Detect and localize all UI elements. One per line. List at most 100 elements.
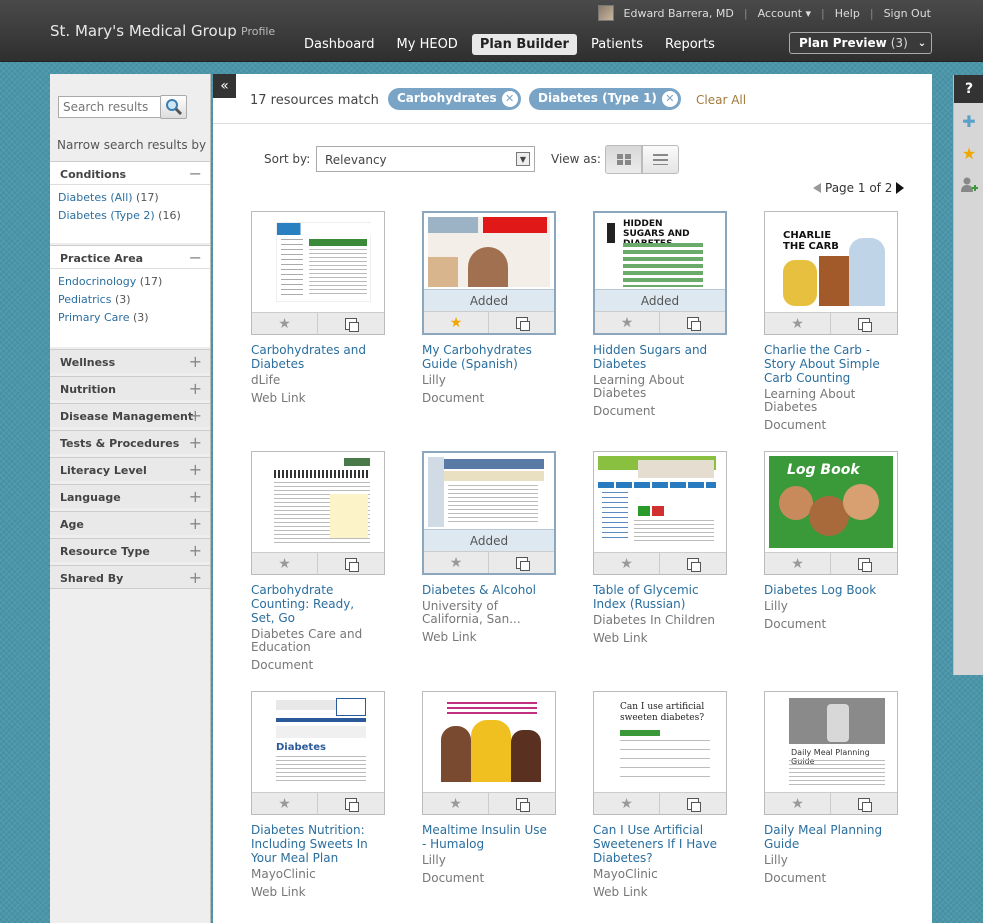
- star-icon[interactable]: ★: [765, 553, 831, 574]
- plus-icon[interactable]: ✚: [954, 107, 983, 135]
- add-to-plan-icon[interactable]: [318, 553, 384, 574]
- resource-title[interactable]: Carbohydrates and Diabetes: [251, 343, 381, 371]
- star-icon[interactable]: ★: [252, 553, 318, 574]
- star-icon[interactable]: ★: [765, 793, 831, 814]
- sign-out-link[interactable]: Sign Out: [884, 7, 931, 20]
- star-icon[interactable]: ★: [595, 312, 660, 333]
- resource-title[interactable]: Hidden Sugars and Diabetes: [593, 343, 723, 371]
- resource-title[interactable]: Diabetes Log Book: [764, 583, 894, 597]
- search-input[interactable]: [58, 96, 163, 118]
- plan-preview-button[interactable]: Plan Preview (3) ⌄: [789, 32, 932, 54]
- resource-title[interactable]: My Carbohydrates Guide (Spanish): [422, 343, 552, 371]
- add-to-plan-icon[interactable]: [831, 313, 897, 334]
- resource-thumbnail[interactable]: ★: [251, 211, 385, 335]
- facet-resource-type[interactable]: Resource Type +: [50, 538, 210, 562]
- star-icon[interactable]: ★: [423, 793, 489, 814]
- add-to-plan-icon[interactable]: [660, 312, 725, 333]
- star-icon[interactable]: ★: [424, 312, 489, 333]
- star-icon[interactable]: ★: [954, 139, 983, 167]
- facet-option[interactable]: Diabetes (Type 2) (16): [58, 209, 202, 222]
- star-icon[interactable]: ★: [594, 553, 660, 574]
- sort-select[interactable]: Relevancy ▼: [316, 146, 535, 172]
- help-link[interactable]: Help: [835, 7, 860, 20]
- resource-thumbnail[interactable]: HIDDEN SUGARS AND DIABETES Added ★: [593, 211, 727, 335]
- facet-age[interactable]: Age +: [50, 511, 210, 535]
- resource-thumbnail[interactable]: Can I use artificial sweeten diabetes? ★: [593, 691, 727, 815]
- next-page-icon[interactable]: [896, 182, 905, 194]
- facet-option[interactable]: Primary Care (3): [58, 311, 202, 324]
- account-menu[interactable]: Account ▾: [758, 7, 811, 20]
- sort-label: Sort by:: [264, 152, 311, 166]
- resource-thumbnail[interactable]: Added ★: [422, 451, 556, 575]
- add-to-plan-icon[interactable]: [489, 552, 554, 573]
- resource-type: Document: [251, 658, 314, 672]
- collapse-sidebar-button[interactable]: «: [213, 74, 236, 98]
- star-icon[interactable]: ★: [594, 793, 660, 814]
- facet-nutrition[interactable]: Nutrition +: [50, 376, 210, 400]
- resource-source: Lilly: [422, 373, 446, 387]
- resource-thumbnail[interactable]: Added ★: [422, 211, 556, 335]
- add-to-plan-icon[interactable]: [489, 793, 555, 814]
- facet-disease-management[interactable]: Disease Management +: [50, 403, 210, 427]
- add-to-plan-icon[interactable]: [660, 553, 726, 574]
- list-view-button[interactable]: [642, 145, 679, 174]
- prev-page-icon[interactable]: [813, 183, 821, 193]
- resource-card: Log Book ★ Diabetes Log Book Lilly Docum…: [764, 451, 914, 631]
- add-to-plan-icon[interactable]: [489, 312, 554, 333]
- resource-title[interactable]: Diabetes & Alcohol: [422, 583, 552, 597]
- filter-chip: Carbohydrates ✕: [388, 88, 521, 110]
- resource-thumbnail[interactable]: Diabetes ★: [251, 691, 385, 815]
- resource-thumbnail[interactable]: CHARLIE THE CARB ★: [764, 211, 898, 335]
- resource-thumbnail[interactable]: ★: [593, 451, 727, 575]
- close-icon[interactable]: ✕: [501, 91, 518, 107]
- resource-title[interactable]: Carbohydrate Counting: Ready, Set, Go: [251, 583, 381, 625]
- resource-thumbnail[interactable]: Daily Meal Planning Guide ★: [764, 691, 898, 815]
- resource-title[interactable]: Can I Use Artificial Sweeteners If I Hav…: [593, 823, 723, 865]
- nav-dashboard[interactable]: Dashboard: [296, 34, 383, 55]
- resource-thumbnail[interactable]: Log Book ★: [764, 451, 898, 575]
- search-button[interactable]: [160, 95, 187, 119]
- facet-option[interactable]: Diabetes (All) (17): [58, 191, 202, 204]
- add-to-plan-icon[interactable]: [660, 793, 726, 814]
- resource-source: Lilly: [422, 853, 446, 867]
- facet-language[interactable]: Language +: [50, 484, 210, 508]
- nav-my-heod[interactable]: My HEOD: [389, 34, 466, 55]
- facet-practice-area[interactable]: Practice Area −: [50, 245, 210, 269]
- facet-literacy-level[interactable]: Literacy Level +: [50, 457, 210, 481]
- close-icon[interactable]: ✕: [661, 91, 678, 107]
- grid-icon: [616, 154, 631, 165]
- nav-patients[interactable]: Patients: [583, 34, 651, 55]
- add-to-plan-icon[interactable]: [318, 313, 384, 334]
- add-to-plan-icon[interactable]: [831, 553, 897, 574]
- star-icon[interactable]: ★: [765, 313, 831, 334]
- resource-title[interactable]: Charlie the Carb - Story About Simple Ca…: [764, 343, 894, 385]
- help-button[interactable]: ?: [954, 75, 983, 103]
- add-to-plan-icon[interactable]: [831, 793, 897, 814]
- facet-conditions[interactable]: Conditions −: [50, 161, 210, 185]
- plus-icon: +: [188, 433, 202, 452]
- facet-option[interactable]: Pediatrics (3): [58, 293, 202, 306]
- facet-tests-procedures[interactable]: Tests & Procedures +: [50, 430, 210, 454]
- resource-title[interactable]: Daily Meal Planning Guide: [764, 823, 894, 851]
- resource-title[interactable]: Table of Glycemic Index (Russian): [593, 583, 723, 611]
- star-icon[interactable]: ★: [252, 793, 318, 814]
- star-icon[interactable]: ★: [252, 313, 318, 334]
- facet-shared-by[interactable]: Shared By +: [50, 565, 210, 589]
- plan-preview-count: (3): [890, 36, 908, 50]
- plan-preview-label: Plan Preview: [799, 36, 887, 50]
- plus-icon: +: [188, 568, 202, 587]
- facet-wellness[interactable]: Wellness +: [50, 349, 210, 373]
- nav-reports[interactable]: Reports: [657, 34, 723, 55]
- profile-link[interactable]: Profile: [241, 25, 275, 38]
- resource-thumbnail[interactable]: ★: [251, 451, 385, 575]
- resource-title[interactable]: Diabetes Nutrition: Including Sweets In …: [251, 823, 381, 865]
- resource-thumbnail[interactable]: ★: [422, 691, 556, 815]
- add-to-plan-icon[interactable]: [318, 793, 384, 814]
- resource-title[interactable]: Mealtime Insulin Use - Humalog: [422, 823, 552, 851]
- facet-option[interactable]: Endocrinology (17): [58, 275, 202, 288]
- grid-view-button[interactable]: [605, 145, 642, 174]
- nav-plan-builder[interactable]: Plan Builder: [471, 34, 577, 55]
- add-user-icon[interactable]: [954, 171, 983, 199]
- clear-all-link[interactable]: Clear All: [696, 93, 746, 107]
- star-icon[interactable]: ★: [424, 552, 489, 573]
